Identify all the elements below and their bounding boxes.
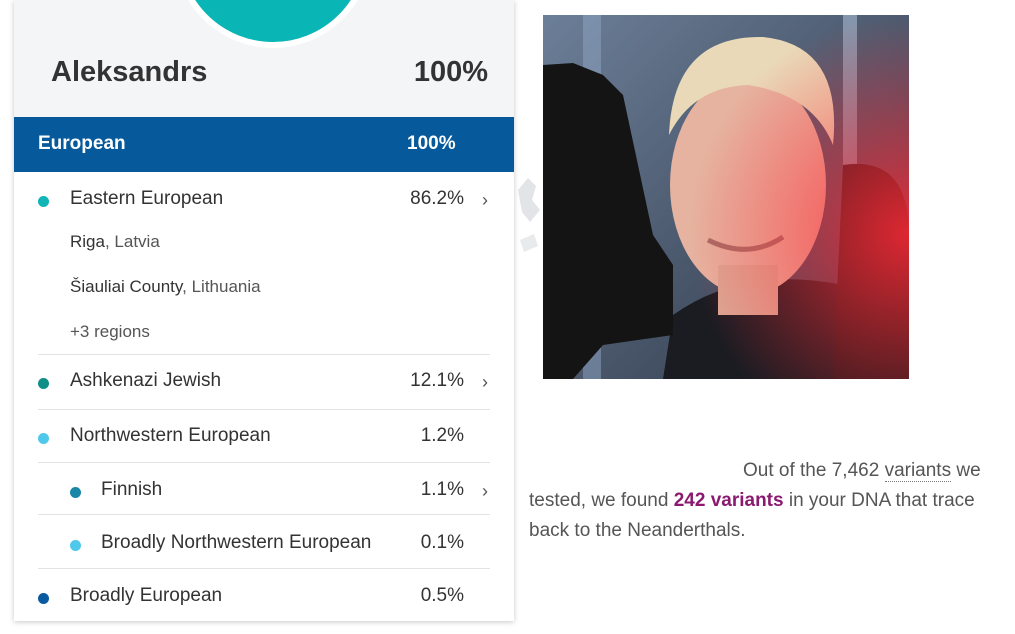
profile-avatar (174, 0, 372, 48)
card-header: Aleksandrs 100% (14, 0, 514, 117)
region-item[interactable]: Riga, Latvia (70, 232, 160, 252)
chevron-right-icon[interactable]: › (482, 190, 488, 211)
ancestry-name: Broadly Northwestern European (101, 532, 372, 553)
ancestry-row-northwestern-european[interactable]: Northwestern European 1.2% (38, 425, 490, 447)
ancestry-percent: 1.2% (420, 425, 464, 446)
ashkenazi-color-dot (38, 378, 49, 389)
ancestry-percent: 12.1% (410, 370, 464, 391)
northwestern-color-dot (38, 433, 49, 444)
ancestry-row-ashkenazi-jewish[interactable]: Ashkenazi Jewish 12.1% › (38, 370, 490, 392)
region-item[interactable]: Šiauliai County, Lithuania (70, 277, 261, 297)
variant-total: 7,462 (831, 460, 880, 481)
ancestry-name: Broadly European (70, 585, 223, 606)
map-fragment (518, 178, 540, 252)
profile-name: Aleksandrs (51, 56, 208, 88)
finnish-color-dot (70, 487, 81, 498)
group-european[interactable]: European 100% (14, 117, 514, 172)
row-divider (38, 409, 490, 410)
group-percent: 100% (407, 133, 456, 154)
ancestry-name: Ashkenazi Jewish (70, 370, 222, 391)
profile-percent: 100% (413, 56, 488, 88)
neanderthal-text-part1: Out of the (743, 460, 832, 481)
row-divider (38, 514, 490, 515)
photo-illustration (543, 15, 909, 379)
chevron-right-icon[interactable]: › (482, 372, 488, 393)
ancestry-row-broadly-european[interactable]: Broadly European 0.5% (38, 585, 490, 607)
broadly-european-color-dot (38, 593, 49, 604)
region-country: , Lithuania (182, 277, 261, 296)
more-regions-link[interactable]: +3 regions (70, 322, 150, 342)
ancestry-row-eastern-european[interactable]: Eastern European 86.2% › (38, 188, 490, 210)
row-divider (38, 568, 490, 569)
ancestry-name: Northwestern European (70, 425, 271, 446)
broadly-northwestern-color-dot (70, 540, 81, 551)
ancestry-name: Finnish (101, 479, 163, 500)
ancestry-percent: 1.1% (420, 479, 464, 500)
row-divider (38, 462, 490, 463)
ancestry-percent: 0.1% (420, 532, 464, 553)
ancestry-percent: 0.5% (420, 585, 464, 606)
region-place: Riga (70, 232, 105, 251)
variants-found: 242 variants (673, 490, 784, 511)
variants-link[interactable]: variants (884, 460, 952, 482)
profile-photo (543, 15, 909, 379)
chevron-right-icon[interactable]: › (482, 481, 488, 502)
group-label: European (38, 133, 126, 154)
neanderthal-summary: Out of the 7,462 variants we tested, we … (529, 456, 1015, 546)
ancestry-row-finnish[interactable]: Finnish 1.1% › (38, 479, 490, 501)
ancestry-composition-card: Aleksandrs 100% European 100% Eastern Eu… (14, 0, 514, 621)
ancestry-name: Eastern European (70, 188, 224, 209)
row-divider (38, 354, 490, 355)
eastern-european-color-dot (38, 196, 49, 207)
region-place: Šiauliai County (70, 277, 183, 296)
region-country: , Latvia (104, 232, 160, 251)
ancestry-percent: 86.2% (410, 188, 464, 209)
ancestry-row-broadly-northwestern[interactable]: Broadly Northwestern European 0.1% (38, 532, 490, 554)
